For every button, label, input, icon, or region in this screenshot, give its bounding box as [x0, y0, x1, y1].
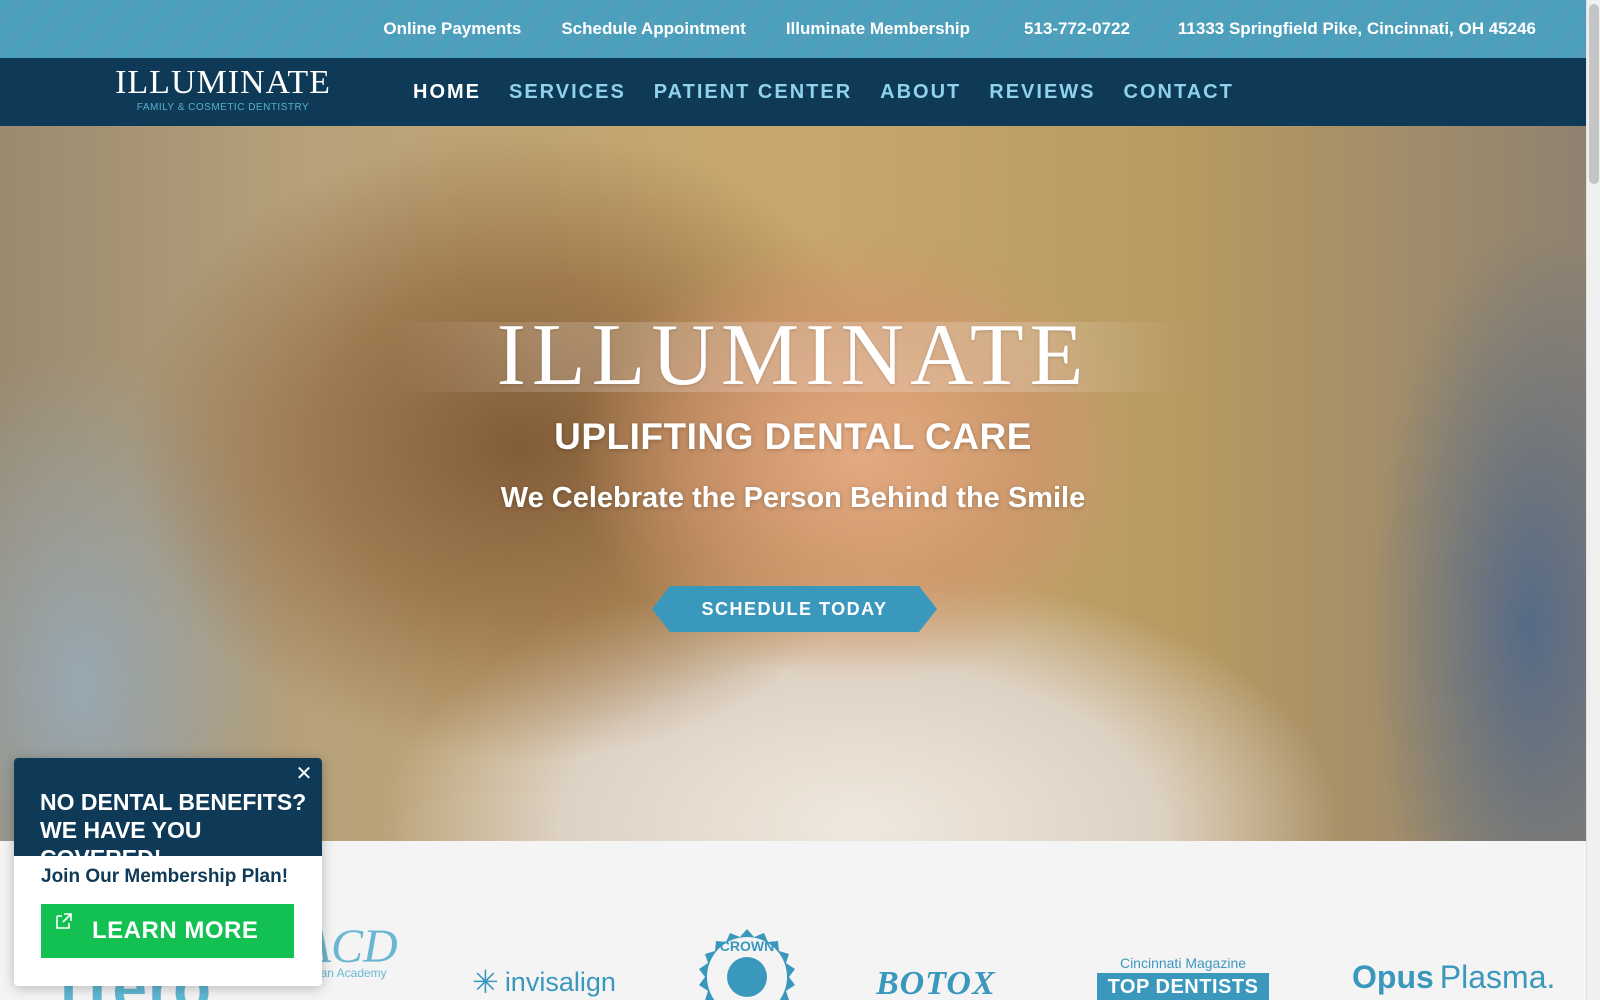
learn-more-button[interactable]: LEARN MORE: [41, 904, 294, 958]
nav-item-about[interactable]: ABOUT: [880, 81, 961, 104]
schedule-today-button[interactable]: SCHEDULE TODAY: [652, 586, 937, 632]
popup-heading-line2: WE HAVE YOU COVERED!: [40, 817, 202, 871]
crown-council-badge-icon: CROWN: [699, 929, 795, 1000]
scrollbar-thumb[interactable]: [1589, 4, 1599, 184]
hero-subtitle: We Celebrate the Person Behind the Smile: [500, 482, 1086, 514]
phone-link[interactable]: 513-772-0722: [1024, 19, 1130, 39]
popup-header: ✕ NO DENTAL BENEFITS? WE HAVE YOU COVERE…: [14, 758, 322, 871]
botox-logo: BOTOX: [876, 965, 996, 1000]
opus-text: Opus: [1352, 959, 1434, 995]
main-navbar: ILLUMINATE FAMILY & COSMETIC DENTISTRY H…: [0, 58, 1586, 126]
address-link[interactable]: 11333 Springfield Pike, Cincinnati, OH 4…: [1178, 19, 1536, 39]
primary-nav: HOME SERVICES PATIENT CENTER ABOUT REVIE…: [413, 58, 1262, 126]
learn-more-label: LEARN MORE: [92, 917, 259, 944]
invisalign-star-icon: ✳: [472, 964, 499, 1000]
hero-title: UPLIFTING DENTAL CARE: [554, 416, 1032, 457]
top-dentists-badge: Cincinnati Magazine TOP DENTISTS 2022: [1097, 955, 1269, 1000]
opus-plasma-logo: Opus Plasma.: [1352, 959, 1555, 996]
popup-close-icon[interactable]: ✕: [294, 764, 314, 784]
logo-wordmark: ILLUMINATE: [115, 64, 331, 101]
membership-popup: ✕ NO DENTAL BENEFITS? WE HAVE YOU COVERE…: [14, 758, 322, 986]
plasma-text: Plasma.: [1439, 959, 1556, 995]
logo-tagline: FAMILY & COSMETIC DENTISTRY: [136, 102, 310, 113]
membership-link[interactable]: Illuminate Membership: [786, 19, 970, 39]
crown-badge-text: CROWN: [720, 938, 774, 954]
popup-heading-line1: NO DENTAL BENEFITS?: [40, 789, 307, 815]
nav-item-reviews[interactable]: REVIEWS: [989, 81, 1095, 104]
page-scrollbar[interactable]: [1586, 0, 1600, 1000]
invisalign-text: invisalign: [504, 966, 616, 997]
external-link-icon: [56, 913, 72, 929]
online-payments-link[interactable]: Online Payments: [383, 19, 521, 39]
utility-bar: Online Payments Schedule Appointment Ill…: [0, 0, 1586, 58]
invisalign-logo: ✳ invisalign: [472, 963, 616, 1000]
nav-item-home[interactable]: HOME: [413, 81, 481, 104]
top-dentists-magazine: Cincinnati Magazine: [1119, 955, 1247, 971]
hero-banner: ILLUMINATE UPLIFTING DENTAL CARE We Cele…: [0, 126, 1586, 841]
top-dentists-title: TOP DENTISTS 2022: [1097, 973, 1269, 1000]
nav-item-patient-center[interactable]: PATIENT CENTER: [654, 81, 852, 104]
nav-item-contact[interactable]: CONTACT: [1124, 81, 1234, 104]
schedule-appointment-link[interactable]: Schedule Appointment: [561, 19, 746, 39]
nav-item-services[interactable]: SERVICES: [509, 81, 626, 104]
site-logo[interactable]: ILLUMINATE FAMILY & COSMETIC DENTISTRY: [108, 64, 338, 122]
hero-logo-wordmark: ILLUMINATE: [496, 307, 1090, 404]
